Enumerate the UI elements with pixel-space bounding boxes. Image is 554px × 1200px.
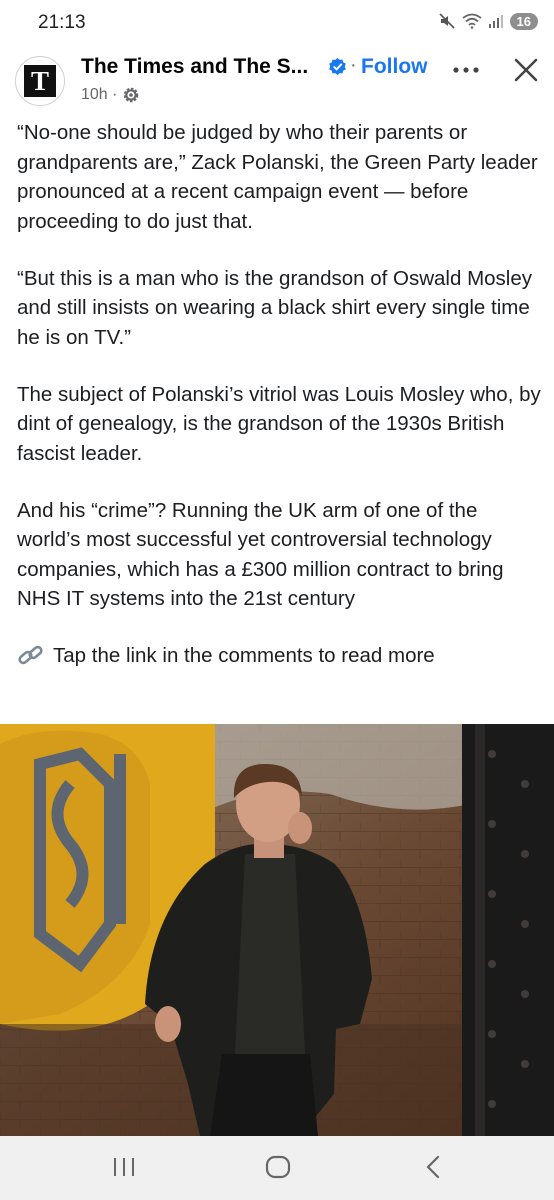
close-icon[interactable] bbox=[512, 56, 540, 84]
times-logo: T bbox=[24, 65, 56, 97]
page-avatar[interactable]: T bbox=[15, 56, 65, 106]
status-bar: 21:13 16 bbox=[0, 0, 554, 48]
wifi-icon bbox=[461, 13, 482, 29]
back-icon[interactable] bbox=[422, 1152, 444, 1182]
read-more-line: Tap the link in the comments to read mor… bbox=[17, 641, 542, 671]
separator-dot: · bbox=[350, 54, 357, 76]
post-photo-illustration bbox=[0, 724, 554, 1136]
post-paragraph: The subject of Polanski’s vitriol was Lo… bbox=[17, 382, 541, 465]
status-icons: 16 bbox=[438, 12, 538, 30]
system-nav-bar bbox=[0, 1136, 554, 1200]
follow-button[interactable]: Follow bbox=[361, 55, 428, 79]
battery-indicator: 16 bbox=[509, 12, 538, 30]
verified-badge-icon bbox=[329, 57, 346, 76]
post-paragraph: “No-one should be judged by who their pa… bbox=[17, 121, 538, 233]
signal-icon bbox=[488, 15, 503, 28]
post-photo[interactable] bbox=[0, 724, 554, 1136]
gear-icon[interactable] bbox=[121, 85, 141, 105]
post-timestamp[interactable]: 10h · bbox=[81, 86, 117, 104]
read-more-text: Tap the link in the comments to read mor… bbox=[53, 644, 435, 667]
recent-apps-icon[interactable] bbox=[112, 1152, 136, 1182]
post-paragraph: “But this is a man who is the grandson o… bbox=[17, 266, 533, 349]
more-options-icon[interactable] bbox=[452, 66, 480, 74]
post-text: “No-one should be judged by who their pa… bbox=[17, 118, 542, 671]
mute-vibrate-icon bbox=[438, 13, 455, 29]
home-icon[interactable] bbox=[264, 1152, 292, 1182]
status-time: 21:13 bbox=[38, 12, 86, 33]
post-meta: 10h · bbox=[81, 85, 141, 105]
link-icon bbox=[18, 645, 43, 664]
page-name[interactable]: The Times and The S... bbox=[81, 55, 308, 79]
post-header: T The Times and The S... · Follow 10h · bbox=[0, 48, 554, 114]
post-paragraph: And his “crime”? Running the UK arm of o… bbox=[17, 498, 504, 611]
